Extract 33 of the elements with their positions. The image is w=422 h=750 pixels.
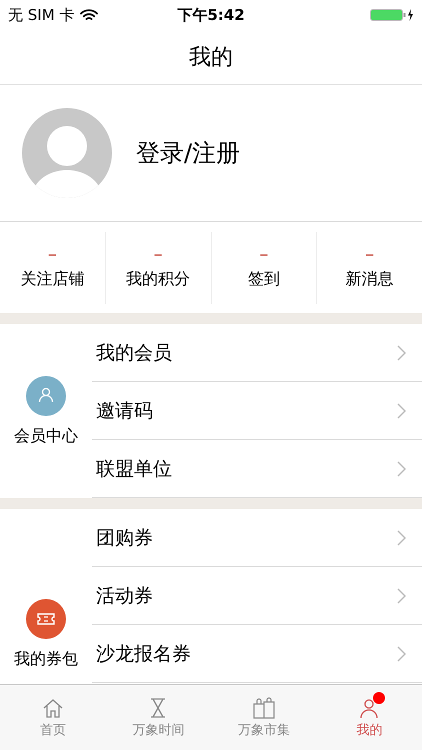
chevron-icon [397, 646, 406, 662]
chevron-icon [397, 344, 406, 360]
wifi-icon [80, 8, 98, 22]
chevron-icon [397, 402, 406, 418]
stat-value: – [154, 245, 163, 265]
ticket-icon [26, 598, 66, 638]
stat-value: – [365, 245, 374, 265]
stat-value: – [48, 245, 57, 265]
home-icon [42, 696, 64, 718]
chevron-icon [397, 460, 406, 476]
menu-row[interactable]: 团购券 [92, 509, 422, 567]
stat-value: – [259, 245, 268, 265]
shopping-bag-icon [252, 696, 276, 718]
clock-text: 下午5:42 [177, 6, 245, 24]
stat-label[interactable]: 签到 [248, 269, 280, 290]
page-title: 我的 [189, 44, 233, 72]
chevron-icon [397, 588, 406, 604]
login-link[interactable]: 登录/注册 [136, 137, 240, 169]
section-title: 会员中心 [14, 426, 78, 446]
section-title: 我的券包 [14, 648, 78, 670]
tab-item[interactable]: 我的 [316, 685, 422, 750]
stat-label[interactable]: 我的积分 [126, 269, 190, 290]
stat-label[interactable]: 关注店铺 [20, 269, 84, 290]
carrier-text: 无 SIM 卡 [8, 6, 74, 24]
menu-row[interactable]: 我的会员 [92, 324, 422, 382]
menu-row[interactable]: 沙龙报名券 [92, 625, 422, 683]
person-icon [358, 696, 380, 718]
menu-row[interactable]: 活动券 [92, 567, 422, 625]
battery-icon [370, 8, 414, 22]
menu-row[interactable]: 邀请码 [92, 382, 422, 440]
chevron-icon [397, 530, 406, 546]
stat-label[interactable]: 新消息 [346, 269, 394, 290]
person-icon [26, 376, 66, 416]
